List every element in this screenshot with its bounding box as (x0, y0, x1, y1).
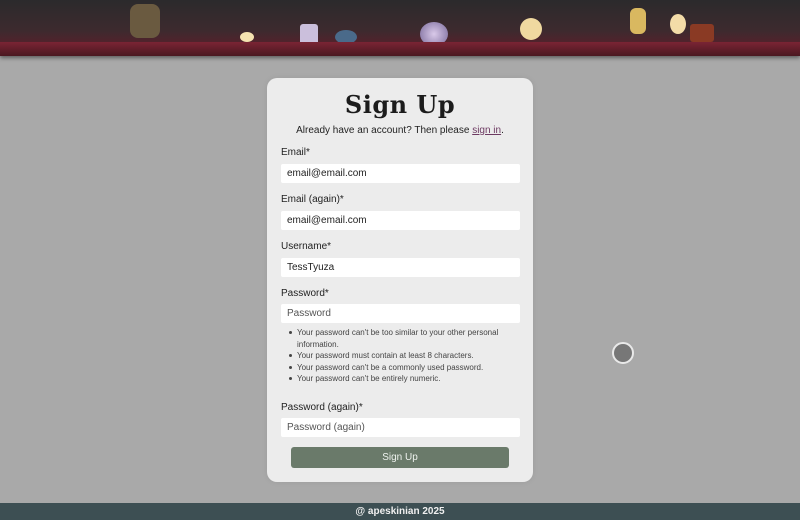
email-again-field[interactable] (281, 211, 520, 230)
banner-shelf (0, 42, 800, 56)
header-banner (0, 0, 800, 56)
password-again-field[interactable] (281, 418, 520, 437)
email-field[interactable] (281, 164, 520, 183)
username-field[interactable] (281, 258, 520, 277)
password-again-label: Password (again)* (281, 402, 363, 413)
signin-prompt-text: Already have an account? Then please (296, 125, 470, 136)
page-title: Sign Up (344, 90, 456, 119)
bottle-icon (630, 8, 646, 34)
password-field[interactable] (281, 304, 520, 323)
chest-icon (690, 24, 714, 42)
password-label: Password* (281, 288, 329, 299)
candle-icon (240, 32, 254, 42)
signup-card: Sign Up Already have an account? Then pl… (267, 78, 533, 482)
password-hints: Your password can't be too similar to yo… (289, 327, 517, 385)
email-again-label: Email (again)* (281, 194, 344, 205)
cursor-indicator (612, 342, 634, 364)
candle-icon (670, 14, 686, 34)
lamp-icon (130, 4, 160, 38)
email-label: Email* (281, 147, 310, 158)
username-label: Username* (281, 241, 332, 252)
signin-prompt: Already have an account? Then please sig… (267, 125, 533, 136)
signin-link[interactable]: sign in (472, 125, 501, 136)
signup-button[interactable]: Sign Up (291, 447, 509, 468)
password-hint: Your password can't be a commonly used p… (289, 362, 517, 374)
footer: @ apeskinian 2025 (0, 503, 800, 520)
signin-period: . (501, 125, 504, 136)
candle-icon (520, 18, 542, 40)
password-hint: Your password can't be entirely numeric. (289, 373, 517, 385)
password-hint: Your password must contain at least 8 ch… (289, 350, 517, 362)
password-hint: Your password can't be too similar to yo… (289, 327, 517, 350)
